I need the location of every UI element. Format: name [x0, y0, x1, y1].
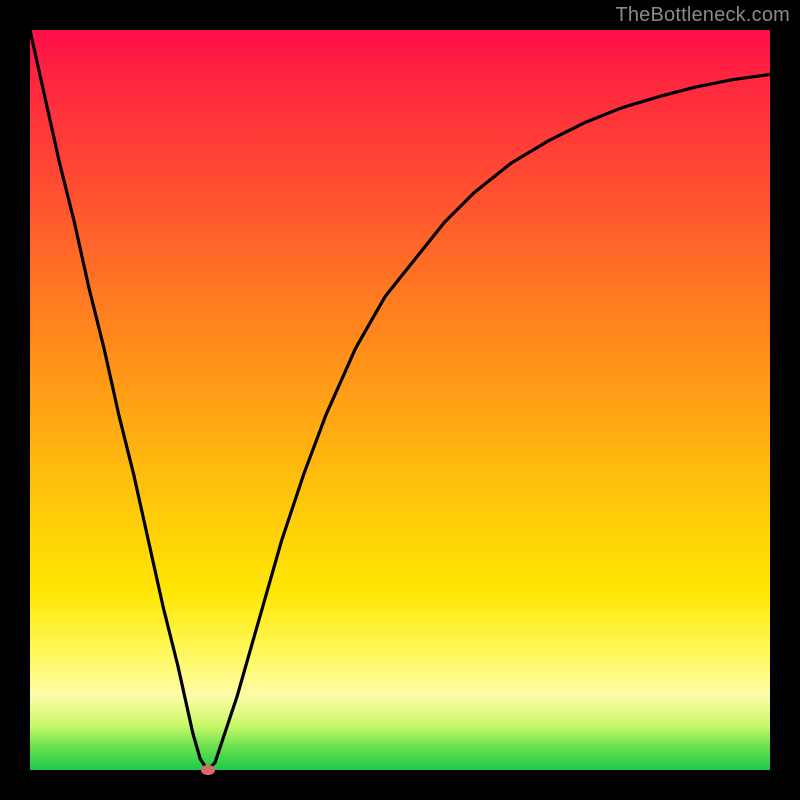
curve-svg	[30, 30, 770, 770]
watermark-text: TheBottleneck.com	[615, 4, 790, 27]
plot-area	[30, 30, 770, 770]
chart-container: TheBottleneck.com	[0, 0, 800, 800]
min-marker-dot	[201, 765, 215, 775]
bottleneck-curve	[30, 30, 770, 770]
